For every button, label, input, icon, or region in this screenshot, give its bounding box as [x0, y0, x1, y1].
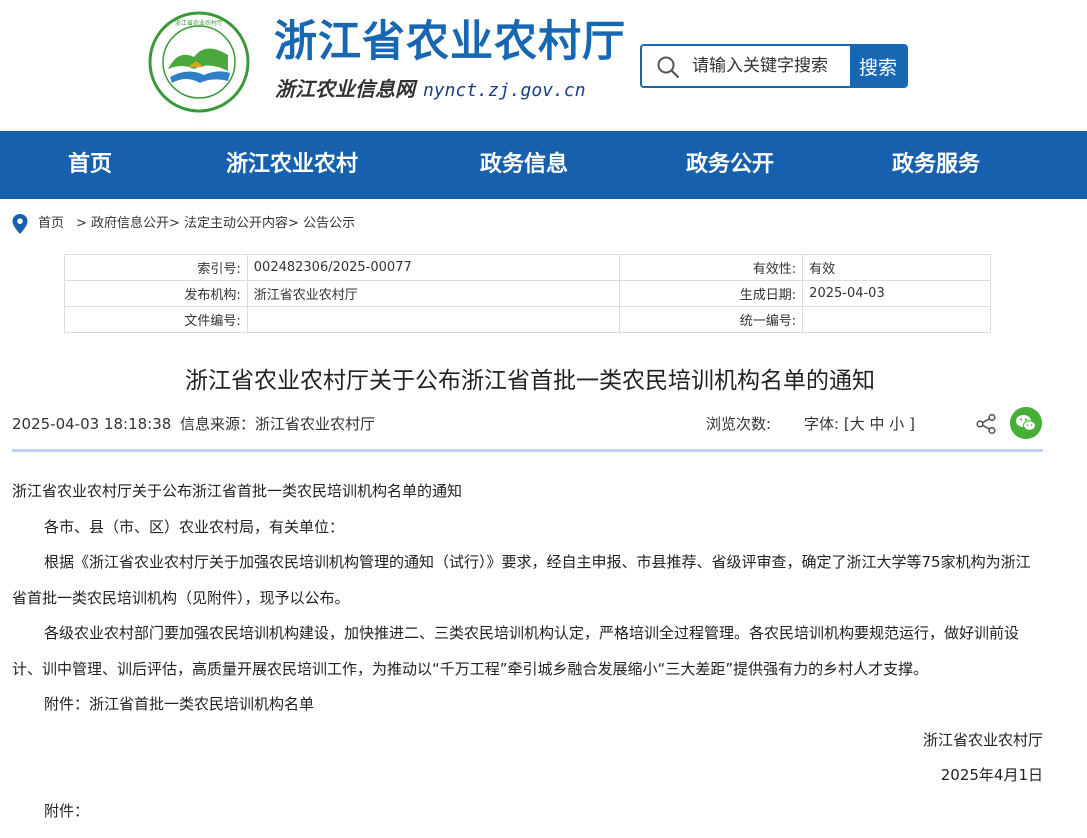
- unified-number-value: [802, 306, 991, 333]
- location-pin-icon: [12, 214, 28, 234]
- site-logo[interactable]: 浙江省农业农村厅: [148, 11, 250, 113]
- main-nav: 首页 浙江农业农村 政务信息 政务公开 政务服务: [0, 131, 1087, 199]
- nav-item-home[interactable]: 首页: [68, 131, 112, 199]
- article-attachment-line: 附件：浙江省首批一类农民培训机构名单: [44, 695, 315, 713]
- nav-item-government-affairs-open[interactable]: 政务公开: [686, 131, 774, 199]
- font-size-label: 字体: [: [804, 415, 850, 433]
- article-paragraph: 根据《浙江省农业农村厅关于加强农民培训机构管理的通知（试行）》要求，经自主申报、…: [12, 553, 1031, 607]
- font-size-medium[interactable]: 中: [869, 415, 884, 433]
- font-size-control: 字体: [大 中 小 ]: [804, 412, 915, 436]
- file-number-label: 文件编号:: [64, 306, 248, 333]
- svg-text:浙江省农业农村厅: 浙江省农业农村厅: [175, 19, 223, 27]
- nav-item-zhejiang-agriculture[interactable]: 浙江农业农村: [226, 131, 358, 199]
- site-subtitle: 浙江农业信息网 nynct.zj.gov.cn: [275, 76, 586, 104]
- document-info-table: 索引号: 002482306/2025-00077 有效性: 有效 发布机构: …: [64, 254, 991, 333]
- index-number-value: 002482306/2025-00077: [246, 254, 621, 281]
- font-size-bracket: ]: [909, 415, 915, 433]
- article-paragraph: 各级农业农村部门要加强农民培训机构建设，加快推进二、三类农民培训机构认定，严格培…: [12, 624, 1020, 678]
- article-title: 浙江省农业农村厅关于公布浙江省首批一类农民培训机构名单的通知: [185, 368, 875, 394]
- article-heading-line: 浙江省农业农村厅关于公布浙江省首批一类农民培训机构名单的通知: [12, 482, 463, 500]
- publish-datetime: 2025-04-03 18:18:38: [12, 415, 172, 433]
- validity-label: 有效性:: [619, 254, 804, 281]
- view-count: 浏览次数:: [706, 415, 772, 433]
- info-source: 信息来源：浙江省农业农村厅: [180, 415, 376, 433]
- site-title: 浙江省农业农村厅: [274, 17, 626, 67]
- share-icon[interactable]: [975, 413, 997, 435]
- generated-date-value: 2025-04-03: [802, 280, 991, 307]
- article-meta: 2025-04-03 18:18:38 信息来源：浙江省农业农村厅 浏览次数: …: [12, 407, 1043, 439]
- site-url[interactable]: nynct.zj.gov.cn: [423, 80, 586, 101]
- table-row: 文件编号: 统一编号:: [64, 306, 991, 333]
- nav-item-government-info[interactable]: 政务信息: [480, 131, 568, 199]
- title-divider: [12, 449, 1043, 452]
- table-row: 发布机构: 浙江省农业农村厅 生成日期: 2025-04-03: [64, 280, 991, 307]
- search-input[interactable]: [692, 46, 852, 86]
- font-size-large[interactable]: 大: [850, 415, 865, 433]
- nav-item-government-services[interactable]: 政务服务: [892, 131, 980, 199]
- font-size-small[interactable]: 小: [889, 415, 904, 433]
- breadcrumb-path[interactable]: > 政府信息公开> 法定主动公开内容> 公告公示: [76, 212, 355, 236]
- site-header: 浙江省农业农村厅 浙江省农业农村厅 浙江农业信息网 nynct.zj.gov.cn…: [0, 0, 1087, 131]
- publisher-value: 浙江省农业农村厅: [246, 280, 621, 307]
- article-sign-date: 2025年4月1日: [940, 766, 1043, 784]
- attachment-label: 附件：: [44, 801, 90, 820]
- article-signature: 浙江省农业农村厅: [922, 730, 1043, 749]
- site-subtitle-text: 浙江农业信息网: [275, 77, 415, 101]
- index-number-label: 索引号:: [64, 254, 248, 281]
- article-salutation: 各市、县（市、区）农业农村局，有关单位：: [44, 517, 345, 536]
- search-box: 搜索: [640, 44, 908, 88]
- wechat-share-icon[interactable]: [1010, 407, 1042, 439]
- breadcrumb-home-link[interactable]: 首页: [38, 212, 64, 236]
- article-body: 浙江省农业农村厅关于公布浙江省首批一类农民培训机构名单的通知 各市、县（市、区）…: [12, 474, 1043, 829]
- search-icon: [657, 56, 680, 79]
- validity-value: 有效: [802, 254, 991, 281]
- table-row: 索引号: 002482306/2025-00077 有效性: 有效: [64, 254, 991, 281]
- unified-number-label: 统一编号:: [619, 306, 804, 333]
- publisher-label: 发布机构:: [64, 280, 248, 307]
- search-button[interactable]: 搜索: [850, 46, 906, 86]
- file-number-value: [246, 306, 621, 333]
- generated-date-label: 生成日期:: [619, 280, 804, 307]
